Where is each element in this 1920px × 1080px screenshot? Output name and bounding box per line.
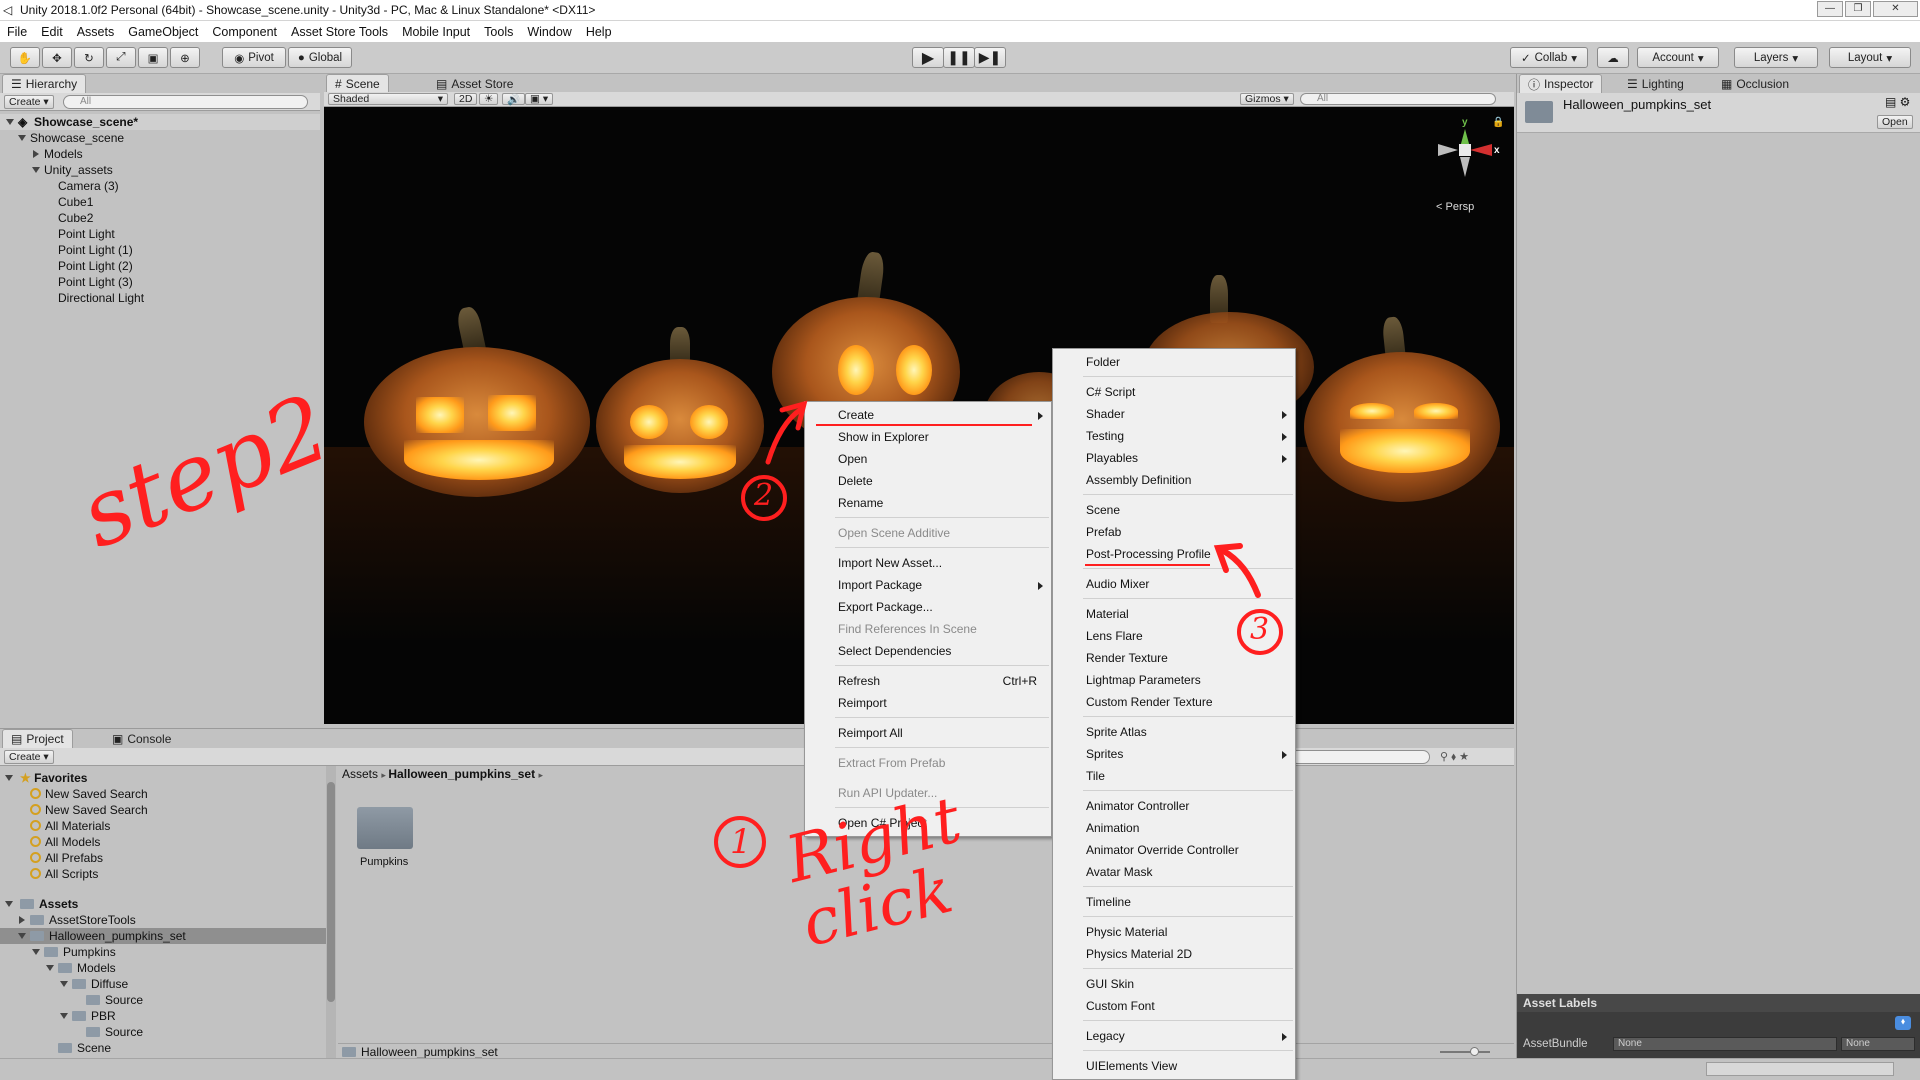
annotation-number-1: 1 [730, 822, 752, 862]
annotation-number-2: 2 [754, 478, 774, 513]
arrow-annotation-2 [765, 407, 803, 465]
annotation-number-3: 3 [1250, 612, 1270, 647]
